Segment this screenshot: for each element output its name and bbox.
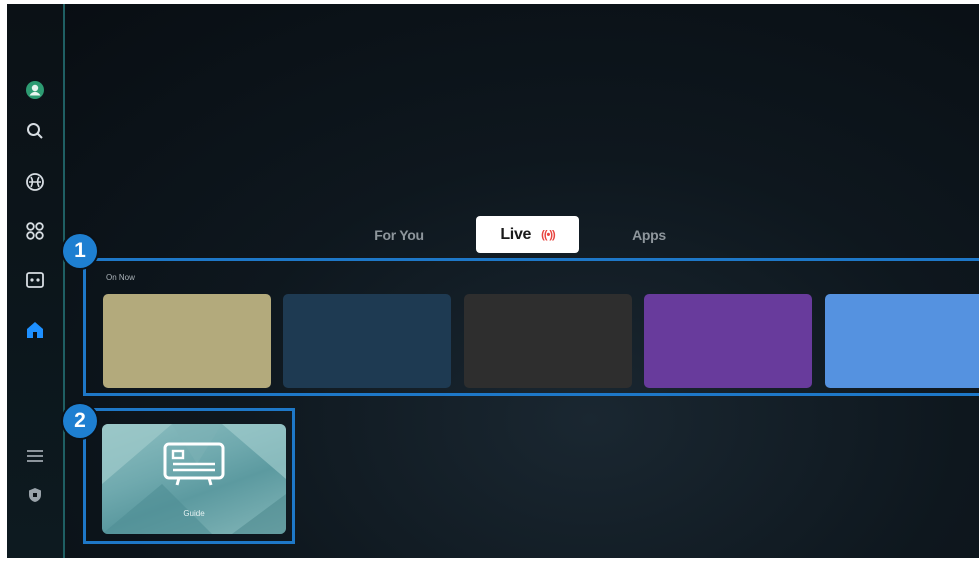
- callout-marker-1: 1: [63, 234, 97, 268]
- home-icon[interactable]: [23, 318, 47, 342]
- channel-card[interactable]: [464, 294, 632, 388]
- tab-live[interactable]: Live ((•)): [476, 216, 579, 253]
- guide-section: Guide: [83, 408, 295, 544]
- menu-icon[interactable]: [23, 444, 47, 468]
- guide-label: Guide: [183, 509, 205, 518]
- channel-card[interactable]: [103, 294, 271, 388]
- sidebar: [7, 4, 65, 558]
- live-broadcast-icon: ((•)): [541, 228, 555, 241]
- tab-label: For You: [374, 226, 424, 243]
- tv-guide-icon: [163, 442, 225, 486]
- tab-for-you[interactable]: For You: [363, 216, 435, 253]
- channel-card[interactable]: [283, 294, 451, 388]
- live-channels-section: On Now: [83, 258, 979, 396]
- section-title: On Now: [106, 273, 135, 282]
- channel-card[interactable]: [825, 294, 979, 388]
- game-icon[interactable]: [23, 268, 47, 292]
- channel-card[interactable]: [644, 294, 812, 388]
- tab-apps[interactable]: Apps: [616, 216, 682, 253]
- tab-label: Live: [500, 225, 532, 243]
- tab-label: Apps: [632, 226, 666, 243]
- ambient-icon[interactable]: [23, 170, 47, 194]
- tv-screen: For You Live ((•)) Apps On Now Guide 1 2: [7, 4, 979, 558]
- search-icon[interactable]: [23, 119, 47, 143]
- privacy-icon[interactable]: [23, 483, 47, 507]
- tab-bar: For You Live ((•)) Apps: [7, 216, 979, 256]
- callout-marker-2: 2: [63, 404, 97, 438]
- profile-icon[interactable]: [23, 78, 47, 102]
- guide-card[interactable]: Guide: [102, 424, 286, 534]
